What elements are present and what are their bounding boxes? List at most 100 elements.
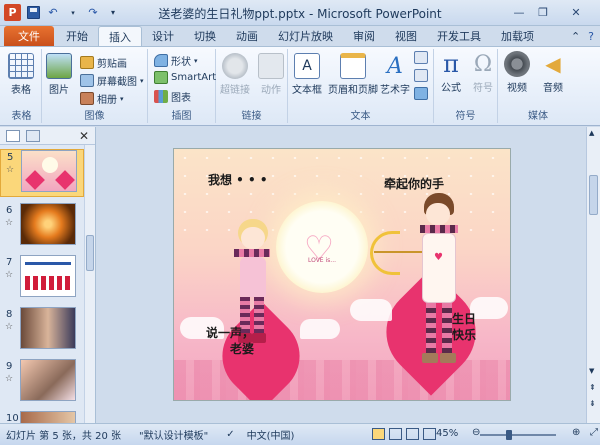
scroll-up-icon[interactable]: ▲ <box>589 129 594 137</box>
tab-review[interactable]: 审阅 <box>343 26 385 46</box>
slide-text-bottom-right: 生日 快乐 <box>451 312 476 342</box>
hyperlink-icon <box>222 53 248 79</box>
tab-transitions[interactable]: 切换 <box>184 26 226 46</box>
scrollbar-thumb[interactable] <box>86 235 94 271</box>
scrollbar-thumb[interactable] <box>589 175 598 215</box>
clipart-button[interactable]: 剪贴画 <box>80 55 127 70</box>
slide-number-icon <box>414 69 428 82</box>
right-wing-left <box>350 299 392 321</box>
film-reel-icon <box>504 51 530 77</box>
slide-thumbnail-5[interactable]: 5 ☆ <box>0 149 84 197</box>
equation-button[interactable]: π 公式 <box>438 50 464 94</box>
object-button[interactable] <box>414 87 428 100</box>
tab-developer[interactable]: 开发工具 <box>427 26 491 46</box>
help-icon[interactable]: ? <box>588 30 594 43</box>
screenshot-icon <box>80 74 94 87</box>
ribbon-tabs: 文件 开始 插入 设计 切换 动画 幻灯片放映 审阅 视图 开发工具 加载项 ⌃… <box>0 26 600 46</box>
slide-editing-area: ♡ LOVE is... ♥ 我想 • • • 牵起你的手 说一声， 老婆 生日… <box>96 127 586 423</box>
previous-slide-icon[interactable]: ⇞ <box>589 383 596 392</box>
reading-view-icon[interactable] <box>406 428 419 440</box>
slides-tab-icon[interactable] <box>6 129 20 142</box>
animation-star-icon: ☆ <box>5 322 14 332</box>
scroll-down-icon[interactable]: ▼ <box>589 367 594 375</box>
shapes-icon <box>154 54 168 67</box>
slide-thumbnail-7[interactable]: 7 ☆ <box>0 255 84 303</box>
hyperlink-button[interactable]: 超链接 <box>220 53 250 96</box>
wordart-button[interactable]: A 艺术字 <box>380 53 410 97</box>
normal-view-icon[interactable] <box>372 428 385 440</box>
slide-number-button[interactable] <box>414 69 428 82</box>
zoom-slider-knob[interactable] <box>506 430 512 440</box>
object-icon <box>414 87 428 100</box>
panel-tabs: ✕ <box>0 127 95 145</box>
smartart-button[interactable]: SmartArt <box>154 71 216 84</box>
title-bar: P ↶ ▾ ↷ ▾ 送老婆的生日礼物ppt.pptx - Microsoft P… <box>0 0 600 26</box>
header-footer-button[interactable]: 页眉和页脚 <box>328 53 378 96</box>
tab-insert[interactable]: 插入 <box>98 26 142 46</box>
group-label-images: 图像 <box>84 111 105 122</box>
photo-album-button[interactable]: 相册 ▾ <box>80 91 124 106</box>
group-table: 表格 表格 <box>2 49 42 123</box>
audio-button[interactable]: ◀ 音频 <box>540 51 566 94</box>
textbox-icon: A <box>294 53 320 79</box>
slide-scrollbar[interactable]: ▲ ▼ ⇞ ⇟ <box>586 127 600 423</box>
left-wing-right <box>300 319 340 339</box>
slides-panel: ✕ 5 ☆ 6 ☆ 7 ☆ 8 ☆ 9 ☆ 10 <box>0 127 96 425</box>
chart-button[interactable]: 图表 <box>154 89 191 104</box>
chart-icon <box>154 90 168 103</box>
bow-icon <box>370 231 400 275</box>
table-button[interactable]: 表格 <box>8 53 34 96</box>
zoom-slider[interactable] <box>470 430 566 440</box>
screenshot-button[interactable]: 屏幕截图 ▾ <box>80 73 144 88</box>
picture-button[interactable]: 图片 <box>46 53 72 96</box>
slide-thumbnail-image <box>20 255 76 297</box>
next-slide-icon[interactable]: ⇟ <box>589 399 596 408</box>
slide-thumbnail-image <box>21 150 77 192</box>
animation-star-icon: ☆ <box>5 374 14 384</box>
group-symbols: π 公式 Ω 符号 符号 <box>434 49 498 123</box>
wordart-icon: A <box>387 53 403 79</box>
video-button[interactable]: 视频 <box>504 51 530 94</box>
smartart-icon <box>154 71 168 84</box>
zoom-level[interactable]: 45% <box>430 428 464 439</box>
tab-design[interactable]: 设计 <box>142 26 184 46</box>
slide-thumbnail-8[interactable]: 8 ☆ <box>0 307 84 355</box>
language[interactable]: 中文(中国) <box>241 427 301 442</box>
speaker-icon: ◀ <box>545 52 561 76</box>
slides-panel-scrollbar[interactable] <box>84 145 95 423</box>
close-icon[interactable]: ✕ <box>556 3 596 21</box>
minimize-ribbon-icon[interactable]: ⌃ <box>571 30 580 43</box>
window-controls: — ❐ ✕ <box>508 3 596 21</box>
action-icon <box>258 53 284 79</box>
omega-icon: Ω <box>473 51 493 77</box>
textbox-button[interactable]: A 文本框 <box>292 53 322 96</box>
tab-home[interactable]: 开始 <box>56 26 98 46</box>
tab-file[interactable]: 文件 <box>4 26 54 46</box>
tab-addins[interactable]: 加载项 <box>491 26 544 46</box>
animation-star-icon: ☆ <box>5 218 14 228</box>
group-label-links: 链接 <box>241 111 262 122</box>
shapes-button[interactable]: 形状 ▾ <box>154 53 198 68</box>
outline-tab-icon[interactable] <box>26 129 40 142</box>
close-panel-icon[interactable]: ✕ <box>79 129 89 143</box>
tab-view[interactable]: 视图 <box>385 26 427 46</box>
slide-thumbnail-9[interactable]: 9 ☆ <box>0 359 84 407</box>
current-slide[interactable]: ♡ LOVE is... ♥ 我想 • • • 牵起你的手 说一声， 老婆 生日… <box>173 148 511 401</box>
maximize-icon[interactable]: ❐ <box>532 3 554 21</box>
group-label-table: 表格 <box>11 111 32 122</box>
fit-to-window-icon[interactable]: ⤢ <box>584 427 600 438</box>
symbol-button[interactable]: Ω 符号 <box>470 51 496 95</box>
action-button[interactable]: 动作 <box>258 53 284 96</box>
theme-name[interactable]: "默认设计模板" <box>133 427 214 442</box>
slide-info: 幻灯片 第 5 张，共 20 张 <box>6 431 121 442</box>
slide-text-top-left: 我想 • • • <box>208 173 268 187</box>
date-time-button[interactable] <box>414 51 428 64</box>
tab-slideshow[interactable]: 幻灯片放映 <box>268 26 343 46</box>
spell-check-icon[interactable]: ✓ <box>220 429 240 440</box>
slide-thumbnail-6[interactable]: 6 ☆ <box>0 203 84 251</box>
group-images: 图片 剪贴画 屏幕截图 ▾ 相册 ▾ 图像 <box>42 49 148 123</box>
slide-sorter-view-icon[interactable] <box>389 428 402 440</box>
slide-thumbnail-image <box>20 203 76 245</box>
minimize-icon[interactable]: — <box>508 3 530 21</box>
tab-animations[interactable]: 动画 <box>226 26 268 46</box>
